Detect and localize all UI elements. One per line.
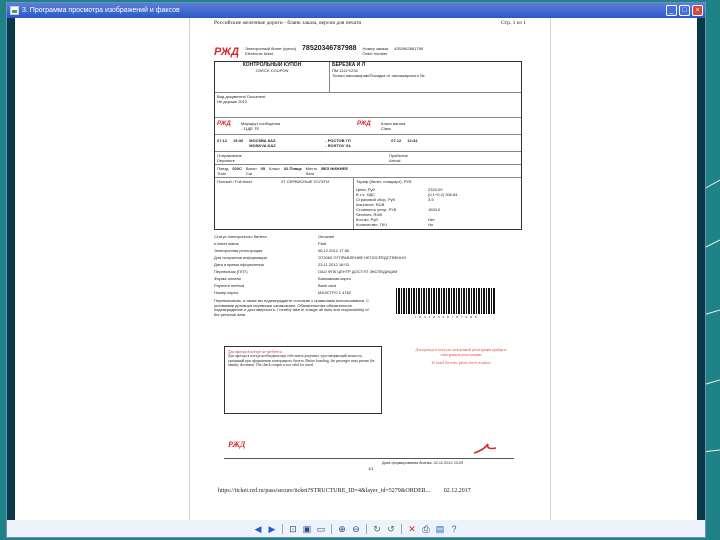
info-label: Дата и время оформления — [214, 262, 264, 267]
issued-date: Не дороже 2012 — [217, 99, 248, 104]
help-icon[interactable]: ? — [448, 523, 460, 535]
to-station-en: - ROSTOV GL — [325, 143, 352, 148]
rzd-logo: РЖД — [214, 46, 240, 58]
boarding-note-box: Для проезда в поезде: не требуется Для п… — [224, 346, 382, 414]
info-label: Электронная регистрация — [214, 248, 263, 253]
checkin-notice-en: To board the train, please check in onli… — [431, 361, 491, 365]
rotate-cw-icon[interactable]: ↻ — [371, 523, 383, 535]
ticket: РЖД Электронный билет (купон) Electronic… — [214, 45, 522, 317]
info-label: Форма оплаты — [214, 276, 242, 281]
car-label-en: Car — [245, 171, 253, 176]
toolbar-separator — [401, 523, 402, 534]
minimize-button[interactable]: _ — [666, 5, 677, 16]
tarif-item-value: Но — [428, 222, 434, 227]
service-info: 2Т СЕРВИСНЫЕ УСЛУГИ — [281, 179, 330, 184]
info-label: e-ticket status — [214, 241, 239, 246]
window-title: 3. Программа просмотра изображений и фак… — [22, 7, 180, 14]
service-label: Класс — [269, 166, 280, 171]
save-icon[interactable]: ▤ — [434, 523, 446, 535]
tarif-list: Цена, Руб 2323.00 В т.ч. НДС (0.1+0.2) 306.… — [354, 185, 521, 229]
departure-label-en: Departure — [217, 158, 235, 163]
actual-size-icon[interactable]: ▣ — [301, 523, 313, 535]
best-fit-icon[interactable]: ⊡ — [287, 523, 299, 535]
info-value: ЭТ2060 ОТПРАВЛЕНИЕ НЕПОСРЕДСТВЕННО — [318, 255, 407, 260]
ticket-info-list: Статус электронного билета Оплачен e-ticke… — [214, 234, 522, 295]
ticket-number: 78520346787988 — [302, 45, 357, 52]
info-value: Оплачен — [318, 234, 335, 239]
page-header-title: Российские железные дороги - бланк заказ… — [214, 20, 362, 26]
from-station-en: MOSKVA KAZ — [249, 143, 276, 148]
info-value: Paid — [318, 241, 327, 246]
print-icon[interactable]: ⎙ — [420, 523, 432, 535]
footer-logo: РЖД — [228, 440, 246, 449]
info-label: Номер карты — [214, 290, 239, 295]
page-url-line: https://ticket.rzd.ru/pass/secure/ticket… — [218, 488, 471, 494]
barcode-digits: 7 6 5 2 0 3 4 6 7 8 7 9 8 8 — [414, 315, 478, 319]
title-bar[interactable]: 3. Программа просмотра изображений и фак… — [7, 3, 705, 18]
barcode — [396, 288, 496, 314]
prev-image-icon[interactable]: ◀ — [252, 523, 264, 535]
departure-date: 07.12 — [217, 138, 228, 143]
checkin-notice-ru: Для прохода в поезд на электронной регис… — [415, 348, 507, 357]
seat-label-en: Seat — [305, 171, 314, 176]
info-value: 23.11.2012 16:03 — [318, 262, 349, 267]
rotate-ccw-icon[interactable]: ↺ — [385, 523, 397, 535]
arrival-date: 07.12 — [391, 138, 402, 143]
info-label: Статус электронного билета — [214, 234, 267, 239]
next-image-icon[interactable]: ▶ — [266, 523, 278, 535]
info-value: 06.12.2012 17:55 — [318, 248, 350, 253]
segment-class: Class — [381, 126, 392, 131]
page-url-date: 02.12.2017 — [443, 488, 471, 494]
page-header-pages: Стр. 1 из 1 — [501, 20, 526, 26]
order-label-en: Order number — [362, 51, 388, 56]
info-label: Payment method — [214, 283, 245, 288]
close-button[interactable]: × — [692, 5, 703, 16]
order-number: 4252962891789 — [394, 46, 424, 51]
toolbar-separator — [282, 523, 283, 534]
delete-icon[interactable]: ✕ — [406, 523, 418, 535]
coupon-subtitle: CHECK COUPON — [255, 68, 289, 73]
info-label: Перевозчик (ППТ) — [214, 269, 248, 274]
maximize-button[interactable]: □ — [679, 5, 690, 16]
car-number: 05 — [260, 166, 266, 171]
swoosh-logo-icon — [473, 443, 497, 454]
ticket-type-en: Electronic ticket — [245, 51, 274, 56]
info-value: ОАО ФПК ЦЕНТР ДОСТУП ЭКСПЕДИЦИИ — [318, 269, 398, 274]
info-value: Банковская карта — [318, 276, 351, 281]
departure-time: 15:30 — [233, 138, 244, 143]
boarding-note-text: Для проезда в поезде необходимо при себе… — [228, 354, 375, 368]
full-ticket-label: Полный / Full ticket — [217, 179, 252, 184]
seat-number: ВЕЗ НИЖНЕЕ — [321, 166, 349, 171]
page-url: https://ticket.rzd.ru/pass/secure/ticket… — [218, 488, 431, 494]
footer-date: Дата формирования бланка: 02.12.2012 23:… — [382, 461, 464, 465]
disclaimer: Перевозчиком, а также вы подтверждаете с… — [214, 298, 369, 317]
checkin-notice: Для прохода в поезд на электронной регис… — [406, 348, 516, 366]
segment-logo-2: РЖД — [357, 121, 371, 127]
arrival-label-en: Arrival — [389, 158, 401, 163]
tarif-item-label: Количество, ГКЧ — [356, 222, 387, 227]
segment-route: - 11ДЕ ТЕ — [241, 126, 260, 131]
toolbar-separator — [331, 523, 332, 534]
footer-divider — [224, 458, 514, 459]
viewer-toolbar: ◀ ▶ ⊡ ▣ ▭ ⊕ ⊖ ↻ ↺ ✕ ⎙ ▤ ? — [7, 520, 705, 537]
page-header: Российские железные дороги - бланк заказ… — [214, 20, 526, 26]
service-class: 02 Плацк — [283, 166, 302, 171]
slideshow-icon[interactable]: ▭ — [315, 523, 327, 535]
tarif-label: Тариф (билет, плацкарт), РУБ — [356, 179, 412, 184]
footer-page: 1/1 — [368, 466, 374, 471]
train-number: 020С — [232, 166, 242, 171]
passenger-note: Только пассажирам/Посадка от пассажирско… — [332, 73, 425, 78]
image-canvas: Российские железные дороги - бланк заказ… — [7, 18, 705, 520]
toolbar-separator — [366, 523, 367, 534]
app-icon — [10, 6, 19, 15]
image-viewer-window: 3. Программа просмотра изображений и фак… — [6, 2, 706, 538]
train-label-en: Train — [217, 171, 226, 176]
segment-logo: РЖД — [217, 121, 231, 127]
zoom-in-icon[interactable]: ⊕ — [336, 523, 348, 535]
info-label: Для получения информации — [214, 255, 267, 260]
document-page: Российские железные дороги - бланк заказ… — [189, 18, 551, 520]
zoom-out-icon[interactable]: ⊖ — [350, 523, 362, 535]
arrival-time: 12:34 — [407, 138, 418, 143]
